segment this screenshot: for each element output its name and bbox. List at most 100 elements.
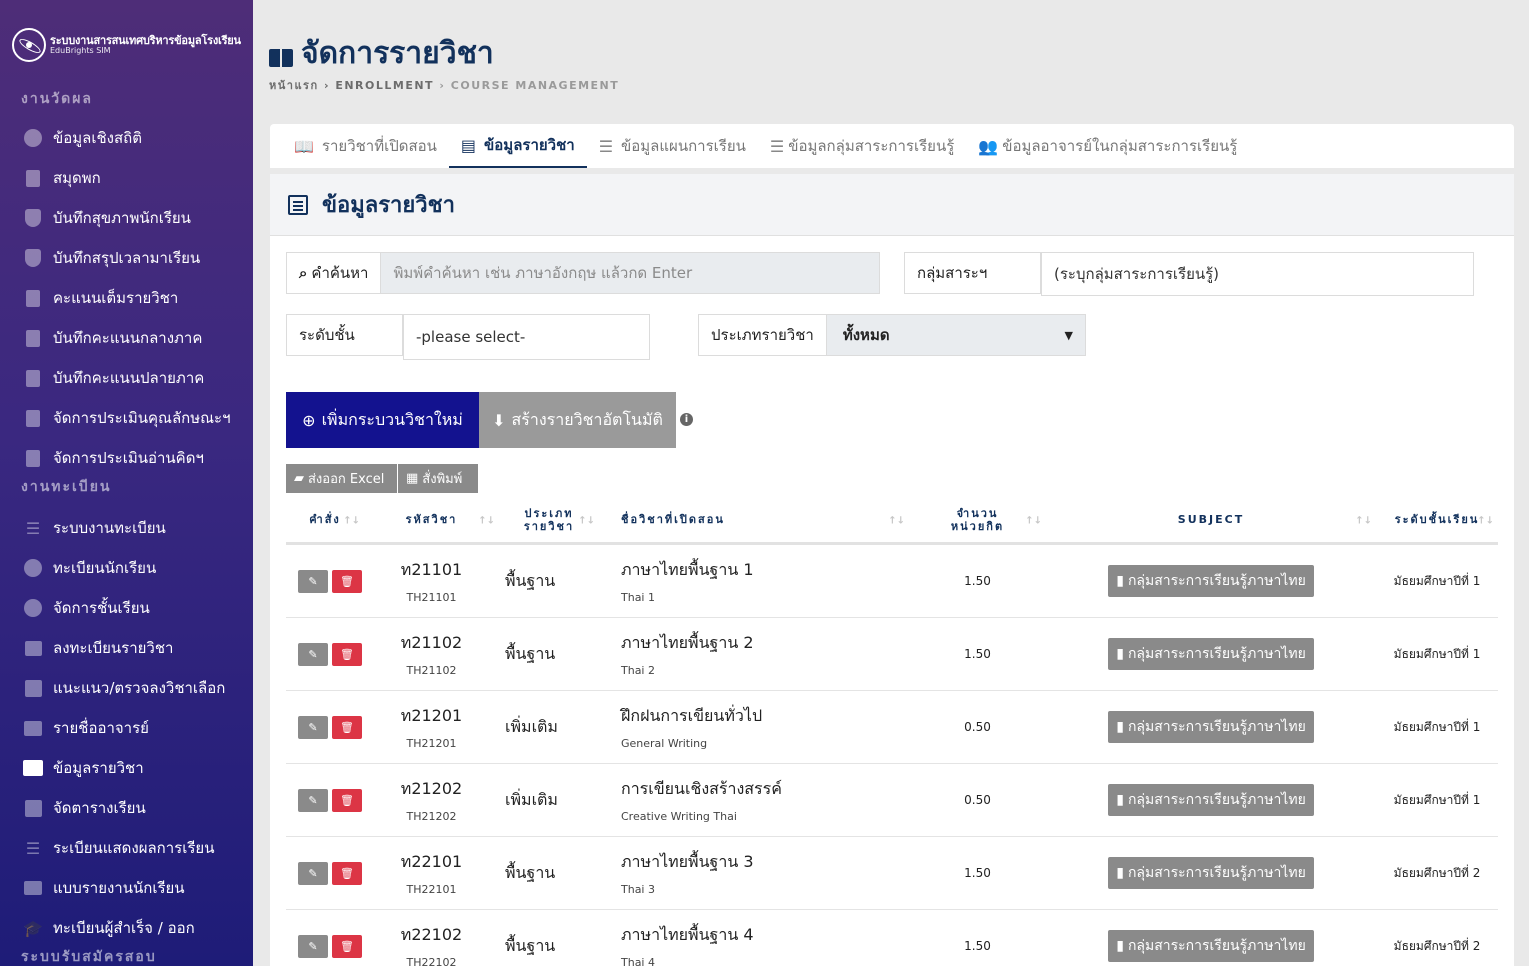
search-group: ⌕ คำค้นหา พิมพ์คำค้นหา เช่น ภาษาอังกฤษ แล…	[286, 252, 880, 294]
subject-badge[interactable]: ▮ กลุ่มสาระการเรียนรู้ภาษาไทย	[1108, 711, 1314, 743]
panel-header: ข้อมูลรายวิชา	[270, 174, 1514, 236]
course-name-th: ฝึกฝนการเขียนทั่วไป	[621, 706, 763, 725]
level-group: ระดับชั้น -please select-	[286, 314, 650, 360]
edit-button[interactable]: ✎	[298, 569, 328, 593]
sidebar-item-report-book[interactable]: สมุดพก	[0, 158, 253, 198]
plus-box-icon	[23, 678, 43, 698]
tab-course-info[interactable]: ▤ ข้อมูลรายวิชา	[448, 124, 587, 168]
table-row: ✎ 🗑 ท21202 TH21202 เพิ่มเติม การเขียนเชิงสร้า…	[286, 764, 1498, 837]
edit-icon: ✎	[308, 647, 318, 661]
course-credit: 1.50	[964, 939, 991, 953]
sidebar-item-midterm-score[interactable]: บันทึกคะแนนกลางภาค	[0, 318, 253, 358]
book-icon	[23, 368, 43, 388]
edit-button[interactable]: ✎	[298, 715, 328, 739]
edit-button[interactable]: ✎	[298, 934, 328, 958]
edit-button[interactable]: ✎	[298, 861, 328, 885]
delete-button[interactable]: 🗑	[332, 788, 362, 812]
edit-button[interactable]: ✎	[298, 642, 328, 666]
delete-button[interactable]: 🗑	[332, 715, 362, 739]
subject-badge[interactable]: ▮ กลุ่มสาระการเรียนรู้ภาษาไทย	[1108, 638, 1314, 670]
brand-subtitle: EduBrights SIM	[50, 45, 111, 55]
course-name-th: การเขียนเชิงสร้างสรรค์	[621, 779, 782, 798]
add-course-button[interactable]: ⊕ เพิ่มกระบวนวิชาใหม่	[286, 392, 479, 448]
open-book-icon	[23, 758, 43, 778]
course-type-select[interactable]: ทั้งหมด ▼	[826, 314, 1086, 356]
table-body: ✎ 🗑 ท21101 TH21101 พื้นฐาน ภาษาไทยพื้นฐาน 1 Th…	[286, 545, 1498, 966]
info-icon[interactable]: i	[680, 413, 693, 426]
col-name[interactable]: ชื่อวิชาที่เปิดสอน ↑↓	[599, 514, 909, 526]
col-level[interactable]: ระดับชั้นเรียน ↑↓	[1376, 514, 1498, 526]
subject-badge[interactable]: ▮ กลุ่มสาระการเรียนรู้ภาษาไทย	[1108, 565, 1314, 597]
list-icon: ☰	[25, 518, 41, 538]
sidebar-item-course-enrollment[interactable]: ลงทะเบียนรายวิชา	[0, 628, 253, 668]
learning-area-select[interactable]: (ระบุกลุ่มสาระการเรียนรู้)	[1041, 252, 1474, 296]
sidebar-item-label: บันทึกสรุปเวลามาเรียน	[53, 249, 201, 267]
brand[interactable]: ระบบงานสารสนเทศบริหารข้อมูลโรงเรียน EduB…	[0, 0, 253, 64]
col-command[interactable]: คำสั่ง ↑↓	[286, 514, 364, 526]
tab-open-courses[interactable]: 📖 รายวิชาที่เปิดสอน	[282, 124, 449, 168]
course-level: มัธยมศึกษาปีที่ 2	[1393, 938, 1481, 953]
breadcrumb-home[interactable]: หน้าแรก	[269, 79, 319, 92]
tab-study-plan[interactable]: ☰ ข้อมูลแผนการเรียน	[587, 124, 758, 168]
sidebar-item-teacher-list[interactable]: รายชื่ออาจารย์	[0, 708, 253, 748]
auto-create-button[interactable]: ⬇ สร้างรายวิชาอัตโนมัติ	[479, 392, 676, 448]
tab-label: ข้อมูลแผนการเรียน	[621, 137, 746, 155]
page-title: จัดการรายวิชา	[269, 30, 494, 77]
sidebar-item-attendance-summary[interactable]: บันทึกสรุปเวลามาเรียน	[0, 238, 253, 278]
course-name-th: ภาษาไทยพื้นฐาน 4	[621, 925, 754, 944]
search-label: ⌕ คำค้นหา	[286, 252, 382, 294]
search-input[interactable]: พิมพ์คำค้นหา เช่น ภาษาอังกฤษ แล้วกด Ente…	[381, 252, 880, 294]
subject-badge-label: กลุ่มสาระการเรียนรู้ภาษาไทย	[1127, 646, 1306, 662]
breadcrumb-enrollment[interactable]: ENROLLMENT	[335, 79, 434, 92]
course-level: มัธยมศึกษาปีที่ 1	[1393, 792, 1481, 807]
sidebar-item-transcript[interactable]: ☰ ระเบียนแสดงผลการเรียน	[0, 828, 253, 868]
sidebar-item-final-score[interactable]: บันทึกคะแนนปลายภาค	[0, 358, 253, 398]
id-badge-icon	[23, 718, 43, 738]
col-level-label: ระดับชั้นเรียน	[1394, 513, 1480, 527]
sidebar-item-label: สมุดพก	[53, 169, 101, 187]
course-code-en: TH22101	[406, 883, 457, 896]
course-code: ท21101 TH21101	[364, 558, 499, 604]
course-code: ท22102 TH22102	[364, 923, 499, 966]
delete-button[interactable]: 🗑	[332, 569, 362, 593]
export-excel-button[interactable]: ▰ ส่งออก Excel	[286, 464, 397, 493]
subject-badge[interactable]: ▮ กลุ่มสาระการเรียนรู้ภาษาไทย	[1108, 784, 1314, 816]
col-type[interactable]: ประเภท รายวิชา ↑↓	[499, 508, 599, 532]
delete-button[interactable]: 🗑	[332, 934, 362, 958]
sidebar-item-student-registry[interactable]: ทะเบียนนักเรียน	[0, 548, 253, 588]
table-row: ✎ 🗑 ท22102 TH22102 พื้นฐาน ภาษาไทยพื้นฐาน 4 Th…	[286, 910, 1498, 966]
delete-button[interactable]: 🗑	[332, 642, 362, 666]
sidebar-item-course-info[interactable]: ข้อมูลรายวิชา	[0, 748, 253, 788]
sidebar-item-label: ระเบียนแสดงผลการเรียน	[53, 839, 215, 857]
course-subject: ▮ กลุ่มสาระการเรียนรู้ภาษาไทย	[1046, 857, 1376, 889]
book-icon	[23, 288, 43, 308]
sidebar-item-registration-system[interactable]: ☰ ระบบงานทะเบียน	[0, 508, 253, 548]
subject-badge[interactable]: ▮ กลุ่มสาระการเรียนรู้ภาษาไทย	[1108, 930, 1314, 962]
col-code[interactable]: รหัสวิชา ↑↓	[364, 514, 499, 526]
tab-learning-areas[interactable]: ☰ ข้อมูลกลุ่มสาระการเรียนรู้	[758, 124, 966, 168]
trash-icon: 🗑	[340, 647, 354, 661]
course-code-en: TH21102	[406, 664, 457, 677]
sidebar-item-student-report[interactable]: แบบรายงานนักเรียน	[0, 868, 253, 908]
level-select[interactable]: -please select-	[403, 314, 650, 360]
course-type-value: ทั้งหมด	[842, 326, 890, 344]
sidebar-item-health-record[interactable]: บันทึกสุขภาพนักเรียน	[0, 198, 253, 238]
tab-area-teachers[interactable]: 👥 ข้อมูลอาจารย์ในกลุ่มสาระการเรียนรู้	[966, 124, 1249, 168]
delete-button[interactable]: 🗑	[332, 861, 362, 885]
col-credit[interactable]: จำนวน หน่วยกิต ↑↓	[909, 508, 1046, 532]
sidebar-item-statistics[interactable]: ข้อมูลเชิงสถิติ	[0, 118, 253, 158]
course-subject: ▮ กลุ่มสาระการเรียนรู้ภาษาไทย	[1046, 930, 1376, 962]
subject-badge[interactable]: ▮ กลุ่มสาระการเรียนรู้ภาษาไทย	[1108, 857, 1314, 889]
print-button[interactable]: ▦ สั่งพิมพ์	[398, 464, 478, 493]
col-subject[interactable]: SUBJECT ↑↓	[1046, 514, 1376, 526]
sidebar-item-label: ทะเบียนผู้สำเร็จ / ออก	[53, 919, 195, 937]
sidebar-item-guidance[interactable]: แนะแนว/ตรวจลงวิชาเลือก	[0, 668, 253, 708]
sidebar-item-full-score[interactable]: คะแนนเต็มรายวิชา	[0, 278, 253, 318]
course-name-th: ภาษาไทยพื้นฐาน 2	[621, 633, 754, 652]
sidebar-item-class-management[interactable]: จัดการชั้นเรียน	[0, 588, 253, 628]
edit-button[interactable]: ✎	[298, 788, 328, 812]
course-name: ภาษาไทยพื้นฐาน 1 Thai 1	[599, 558, 909, 604]
sidebar-item-timetable[interactable]: จัดตารางเรียน	[0, 788, 253, 828]
sidebar-item-characteristics[interactable]: จัดการประเมินคุณลักษณะฯ	[0, 398, 253, 438]
panel-title: ข้อมูลรายวิชา	[322, 193, 455, 218]
